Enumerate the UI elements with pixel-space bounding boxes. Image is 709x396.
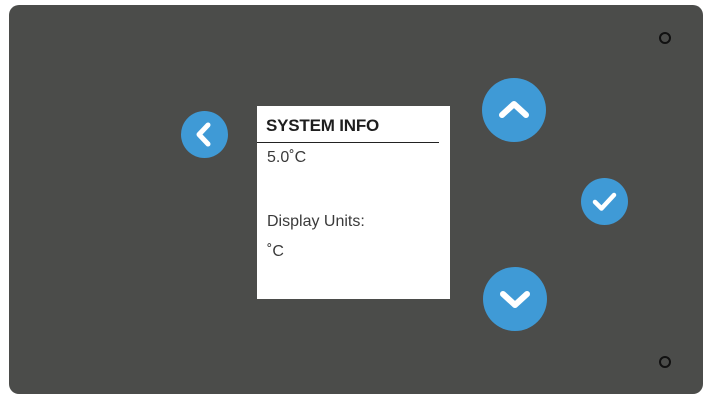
temperature-value: 5.0˚C xyxy=(267,149,307,166)
chevron-left-icon xyxy=(196,122,211,147)
up-button[interactable] xyxy=(482,78,546,142)
chevron-up-icon xyxy=(499,101,529,118)
down-button[interactable] xyxy=(483,267,547,331)
checkmark-icon xyxy=(592,192,617,211)
lcd-screen: SYSTEM INFO 5.0˚C Display Units: ˚C xyxy=(257,106,450,299)
screen-title: SYSTEM INFO xyxy=(266,116,380,135)
display-units-value: ˚C xyxy=(267,243,284,260)
chevron-down-icon xyxy=(500,291,530,308)
confirm-button[interactable] xyxy=(581,178,628,225)
back-button[interactable] xyxy=(181,111,228,158)
screw-icon xyxy=(659,356,671,368)
title-divider xyxy=(257,142,439,143)
display-units-label: Display Units: xyxy=(267,213,365,230)
screw-icon xyxy=(659,32,671,44)
